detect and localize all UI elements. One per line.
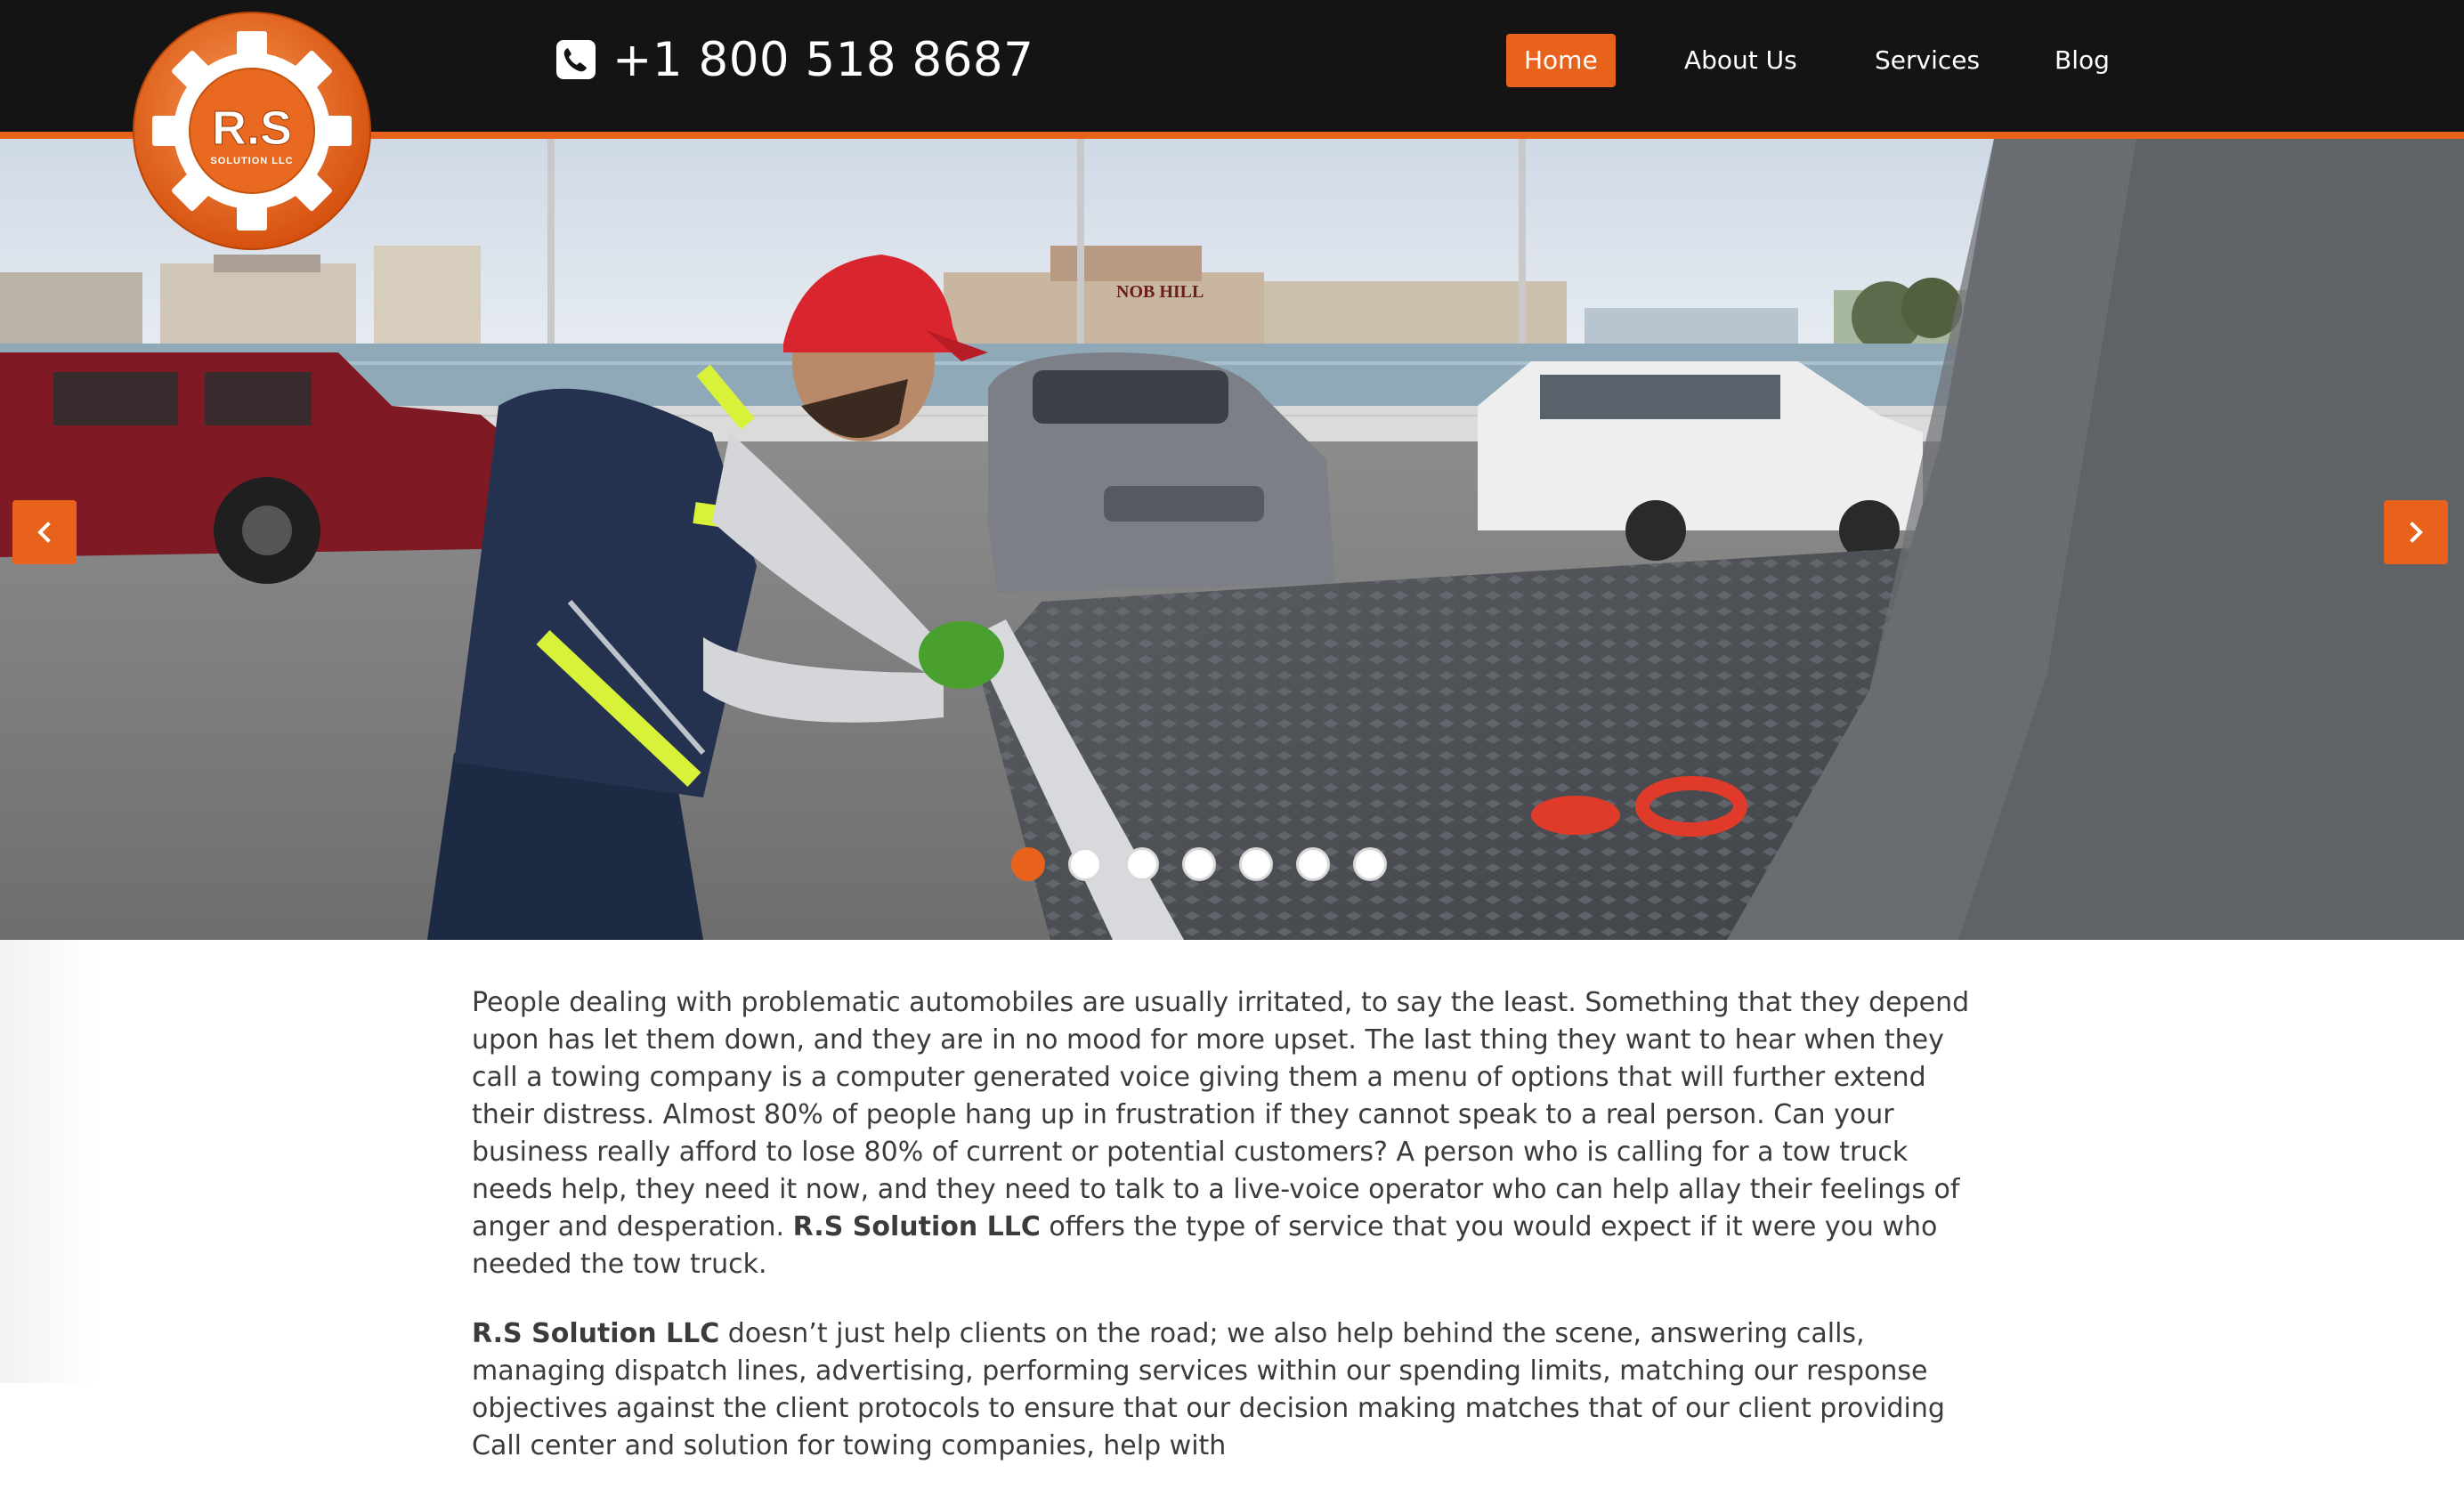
slider-dot-3[interactable]	[1125, 847, 1159, 881]
nav-home[interactable]: Home	[1506, 34, 1616, 87]
intro-text: People dealing with problematic automobi…	[472, 987, 1970, 1242]
nav-services[interactable]: Services	[1875, 34, 1980, 87]
page-edge-shadow	[0, 940, 98, 1383]
hero-slide-image: NOB HILL	[0, 139, 2464, 940]
slider-dot-1[interactable]	[1011, 847, 1045, 881]
phone-icon	[556, 40, 596, 79]
slider-next-button[interactable]	[2384, 500, 2448, 564]
slider-dot-6[interactable]	[1296, 847, 1330, 881]
svg-text:SOLUTION LLC: SOLUTION LLC	[210, 156, 293, 166]
slider-dot-4[interactable]	[1182, 847, 1216, 881]
slider-prev-button[interactable]	[12, 500, 77, 564]
slider-dot-5[interactable]	[1239, 847, 1273, 881]
nav-blog[interactable]: Blog	[2055, 34, 2110, 87]
slider-dot-7[interactable]	[1353, 847, 1387, 881]
intro-paragraph: People dealing with problematic automobi…	[472, 984, 1994, 1283]
brand-name: R.S Solution LLC	[792, 1211, 1041, 1242]
gear-logo-icon: R.S SOLUTION LLC	[133, 12, 371, 250]
svg-text:NOB HILL: NOB HILL	[1116, 282, 1204, 302]
nav-about-us[interactable]: About Us	[1684, 34, 1797, 87]
second-paragraph: R.S Solution LLC doesn’t just help clien…	[472, 1315, 1994, 1465]
slider-dot-2[interactable]	[1068, 847, 1102, 881]
chevron-left-icon	[37, 522, 51, 543]
phone-number[interactable]: +1 800 518 8687	[612, 33, 1033, 87]
svg-text:R.S: R.S	[212, 101, 292, 155]
main-content: People dealing with problematic automobi…	[472, 984, 1994, 1497]
site-logo[interactable]: R.S SOLUTION LLC	[132, 11, 372, 251]
slider-pagination	[1011, 847, 1387, 886]
hero-slider: NOB HILL	[0, 139, 2464, 940]
chevron-right-icon	[2410, 522, 2423, 543]
brand-name: R.S Solution LLC	[472, 1318, 720, 1349]
phone-contact[interactable]: +1 800 518 8687	[555, 27, 1033, 93]
